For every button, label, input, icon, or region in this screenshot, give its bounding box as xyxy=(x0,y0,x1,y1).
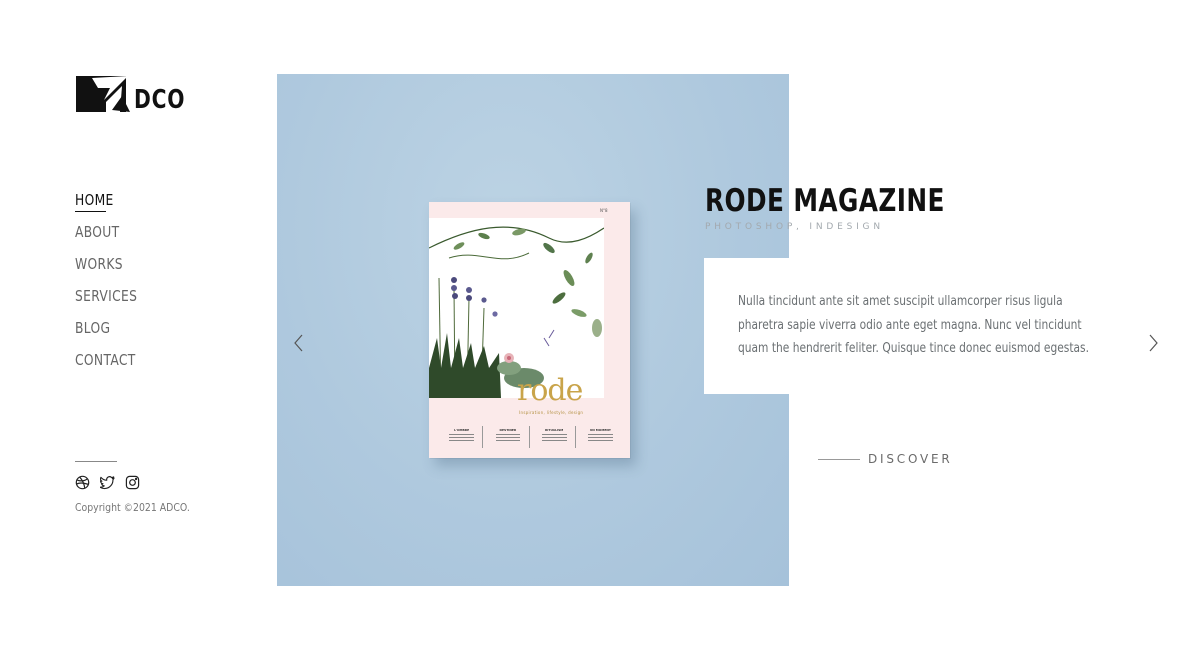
nav-link-home[interactable]: HOME xyxy=(75,190,114,210)
magazine-issue-number: N°8 xyxy=(600,208,608,213)
nav-link-blog[interactable]: BLOG xyxy=(75,318,110,338)
slide-categories: PHOTOSHOP, INDESIGN xyxy=(705,222,884,232)
next-slide-arrow-icon[interactable] xyxy=(1145,333,1161,353)
nav-link-services[interactable]: SERVICES xyxy=(75,286,137,306)
nav-item-blog[interactable]: BLOG xyxy=(75,318,151,350)
discover-button[interactable]: DISCOVER xyxy=(868,452,953,466)
logo-text: DCO xyxy=(134,85,186,115)
magazine-section: UN MOMENT xyxy=(580,426,621,448)
slide-title: RODE MAGAZINE xyxy=(705,183,945,219)
magazine-section: L'OMBRE xyxy=(441,426,484,448)
dribbble-icon[interactable] xyxy=(75,475,90,490)
nav-item-works[interactable]: WORKS xyxy=(75,254,151,286)
magazine-botanical-illustration xyxy=(429,218,604,398)
discover-line xyxy=(818,459,860,460)
main-nav: HOME ABOUT WORKS SERVICES BLOG CONTACT xyxy=(75,190,151,382)
magazine-sections: L'OMBRE DESTINER RITUALISM UN MOMENT xyxy=(441,426,621,448)
nav-link-works[interactable]: WORKS xyxy=(75,254,123,274)
magazine-cover-subtitle: Inspiration, lifestyle, design xyxy=(519,410,584,415)
nav-item-about[interactable]: ABOUT xyxy=(75,222,151,254)
social-links xyxy=(75,475,140,490)
nav-active-underline xyxy=(75,211,106,212)
twitter-icon[interactable] xyxy=(99,475,115,490)
nav-link-about[interactable]: ABOUT xyxy=(75,222,119,242)
nav-link-contact[interactable]: CONTACT xyxy=(75,350,136,370)
nav-item-home[interactable]: HOME xyxy=(75,190,151,222)
prev-slide-arrow-icon[interactable] xyxy=(291,333,307,353)
slide-description: Nulla tincidunt ante sit amet suscipit u… xyxy=(738,294,1089,356)
brand-logo[interactable]: DCO xyxy=(76,74,186,116)
magazine-cover-title: rode xyxy=(517,373,583,408)
nav-item-services[interactable]: SERVICES xyxy=(75,286,151,318)
magazine-section: RITUALISM xyxy=(534,426,576,448)
nav-item-contact[interactable]: CONTACT xyxy=(75,350,151,382)
magazine-cover: N°8 rode Inspiration, lifestyle, design … xyxy=(429,202,630,458)
instagram-icon[interactable] xyxy=(125,475,140,490)
logo-mark-icon xyxy=(76,76,130,112)
magazine-section: DESTINER xyxy=(487,426,530,448)
copyright-text: Copyright ©2021 ADCO. xyxy=(75,501,190,514)
footer-divider xyxy=(75,461,117,462)
